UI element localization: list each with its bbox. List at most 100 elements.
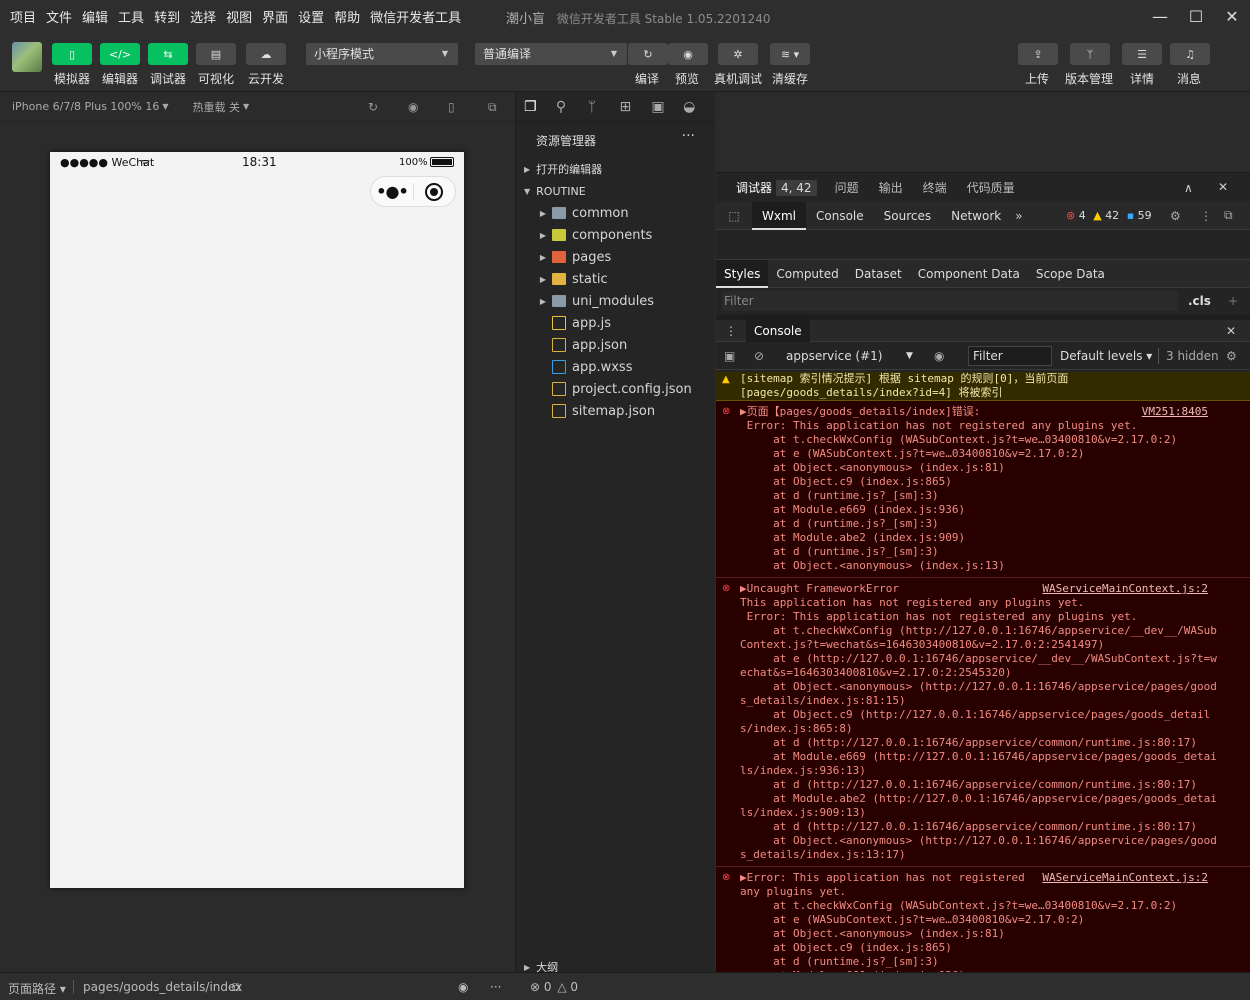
simulator-button[interactable]: ▯ xyxy=(52,43,92,65)
tree-file[interactable]: app.json xyxy=(516,334,716,356)
tree-folder[interactable]: ▶ uni_modules xyxy=(516,290,716,312)
menu-item[interactable]: 微信开发者工具 xyxy=(370,7,461,26)
chevron-up-icon[interactable]: ∧ xyxy=(1184,181,1193,195)
tree-folder[interactable]: ▶ static xyxy=(516,268,716,290)
files-icon[interactable]: ❐ xyxy=(524,99,556,115)
source-link[interactable]: WAServiceMainContext.js:2 xyxy=(1042,871,1208,884)
upload-button[interactable]: ⇪ xyxy=(1018,43,1058,65)
more-icon[interactable]: ··· xyxy=(682,128,695,144)
panel-icon[interactable]: ▣ xyxy=(651,99,683,115)
open-editors-section[interactable]: ▶ 打开的编辑器 xyxy=(516,158,716,180)
tab-network[interactable]: Network xyxy=(941,202,1011,230)
tree-folder[interactable]: ▶ common xyxy=(516,202,716,224)
more-icon[interactable]: •●• xyxy=(371,182,413,201)
tab-component-data[interactable]: Component Data xyxy=(910,260,1028,288)
menu-item[interactable]: 编辑 xyxy=(82,7,108,26)
version-button[interactable]: ᛘ xyxy=(1070,43,1110,65)
branch-icon[interactable]: ᛘ xyxy=(588,99,620,115)
more-icon[interactable]: ··· xyxy=(490,980,501,994)
tree-file[interactable]: app.js xyxy=(516,312,716,334)
project-section[interactable]: ▼ ROUTINE xyxy=(516,180,716,202)
debugger-button[interactable]: ⇆ xyxy=(148,43,188,65)
log-levels-select[interactable]: Default levels ▾ xyxy=(1060,349,1152,363)
menu-item[interactable]: 视图 xyxy=(226,7,252,26)
menu-item[interactable]: 设置 xyxy=(298,7,324,26)
tab-debugger[interactable]: 调试器 xyxy=(736,179,772,196)
copy-icon[interactable]: ⧉ xyxy=(232,980,241,995)
gear-icon[interactable]: ⚙ xyxy=(1226,349,1237,363)
tab-dataset[interactable]: Dataset xyxy=(847,260,910,288)
issue-counts[interactable]: ⊗ 4 ▲ 42 ▪ 59 xyxy=(1066,209,1152,222)
editor-button[interactable]: </> xyxy=(100,43,140,65)
eye-icon[interactable]: ◉ xyxy=(934,349,944,363)
tab-console[interactable]: Console xyxy=(806,202,874,230)
drawer-tab-console[interactable]: Console xyxy=(746,316,810,345)
source-link[interactable]: WAServiceMainContext.js:2 xyxy=(1042,582,1208,595)
tab-sources[interactable]: Sources xyxy=(874,202,941,230)
close-miniprogram-icon[interactable] xyxy=(414,182,455,201)
clear-console-icon[interactable]: ⊘ xyxy=(754,349,764,363)
tab-code-quality[interactable]: 代码质量 xyxy=(967,179,1015,196)
close-button[interactable]: ✕ xyxy=(1215,0,1249,32)
menu-item[interactable]: 文件 xyxy=(46,7,72,26)
page-path-label[interactable]: 页面路径 ▾ xyxy=(8,980,66,997)
tab-computed[interactable]: Computed xyxy=(768,260,846,288)
docker-icon[interactable]: ◒ xyxy=(683,99,715,115)
status-errors[interactable]: ⊗ 0 △ 0 xyxy=(530,980,578,994)
compile-button[interactable]: ↻ xyxy=(628,43,668,65)
kebab-icon[interactable]: ⋮ xyxy=(1200,209,1212,223)
menu-item[interactable]: 项目 xyxy=(10,7,36,26)
menu-item[interactable]: 工具 xyxy=(118,7,144,26)
tab-scope-data[interactable]: Scope Data xyxy=(1028,260,1113,288)
phone-screen[interactable]: ●●●●● WeChat ᯤ 18:31 100% •●• xyxy=(50,152,464,888)
add-icon[interactable]: + xyxy=(1228,294,1238,308)
tree-file[interactable]: app.wxss xyxy=(516,356,716,378)
preview-button[interactable]: ◉ xyxy=(668,43,708,65)
styles-filter-input[interactable]: Filter xyxy=(722,291,1178,311)
stop-icon[interactable]: ◉ xyxy=(408,100,422,114)
tab-styles[interactable]: Styles xyxy=(716,259,769,288)
gear-icon[interactable]: ⚙ xyxy=(1170,209,1181,223)
popout-icon[interactable]: ⧉ xyxy=(488,100,502,114)
sidebar-toggle-icon[interactable]: ▣ xyxy=(724,349,735,363)
tab-output[interactable]: 输出 xyxy=(879,179,903,196)
tree-folder[interactable]: ▶ pages xyxy=(516,246,716,268)
phone-icon[interactable]: ▯ xyxy=(448,100,462,114)
kebab-icon[interactable]: ⋮ xyxy=(716,324,746,338)
maximize-button[interactable]: ☐ xyxy=(1179,0,1213,32)
extensions-icon[interactable]: ⊞ xyxy=(619,99,651,115)
menu-item[interactable]: 帮助 xyxy=(334,7,360,26)
inspect-icon[interactable]: ⬚ xyxy=(716,209,752,223)
tree-file[interactable]: sitemap.json xyxy=(516,400,716,422)
tree-folder[interactable]: ▶ components xyxy=(516,224,716,246)
source-link[interactable]: VM251:8405 xyxy=(1142,405,1208,418)
minimize-button[interactable]: — xyxy=(1143,0,1177,32)
more-tabs-icon[interactable]: » xyxy=(1015,209,1022,223)
tab-terminal[interactable]: 终端 xyxy=(923,179,947,196)
tab-wxml[interactable]: Wxml xyxy=(752,201,806,230)
avatar[interactable] xyxy=(12,42,42,72)
menu-item[interactable]: 选择 xyxy=(190,7,216,26)
cls-button[interactable]: .cls xyxy=(1188,294,1211,308)
cloud-button[interactable]: ☁ xyxy=(246,43,286,65)
capsule-menu[interactable]: •●• xyxy=(370,176,456,207)
search-icon[interactable]: ⚲ xyxy=(556,99,588,115)
tab-problems[interactable]: 问题 xyxy=(835,179,859,196)
context-select[interactable]: appservice (#1) xyxy=(786,349,882,363)
messages-button[interactable]: ♫ xyxy=(1170,43,1210,65)
tree-file[interactable]: project.config.json xyxy=(516,378,716,400)
details-button[interactable]: ☰ xyxy=(1122,43,1162,65)
console-warning[interactable]: ▲ [sitemap 索引情况提示] 根据 sitemap 的规则[0]，当前页面… xyxy=(716,372,1250,401)
visual-button[interactable]: ▤ xyxy=(196,43,236,65)
close-icon[interactable]: ✕ xyxy=(1218,180,1228,194)
mode-select[interactable]: 小程序模式 ▼ xyxy=(306,43,458,65)
console-error[interactable]: ⊗ VM251:8405 ▶页面【pages/goods_details/index… xyxy=(716,401,1250,578)
close-icon[interactable]: ✕ xyxy=(1226,324,1236,338)
hot-reload-toggle[interactable]: 热重载 关 xyxy=(193,99,241,115)
refresh-icon[interactable]: ↻ xyxy=(368,100,382,114)
eye-icon[interactable]: ◉ xyxy=(458,980,468,994)
remote-debug-button[interactable]: ✲ xyxy=(718,43,758,65)
menu-item[interactable]: 转到 xyxy=(154,7,180,26)
compile-select[interactable]: 普通编译 ▼ xyxy=(475,43,627,65)
device-select[interactable]: iPhone 6/7/8 Plus 100% 16 xyxy=(12,100,159,113)
